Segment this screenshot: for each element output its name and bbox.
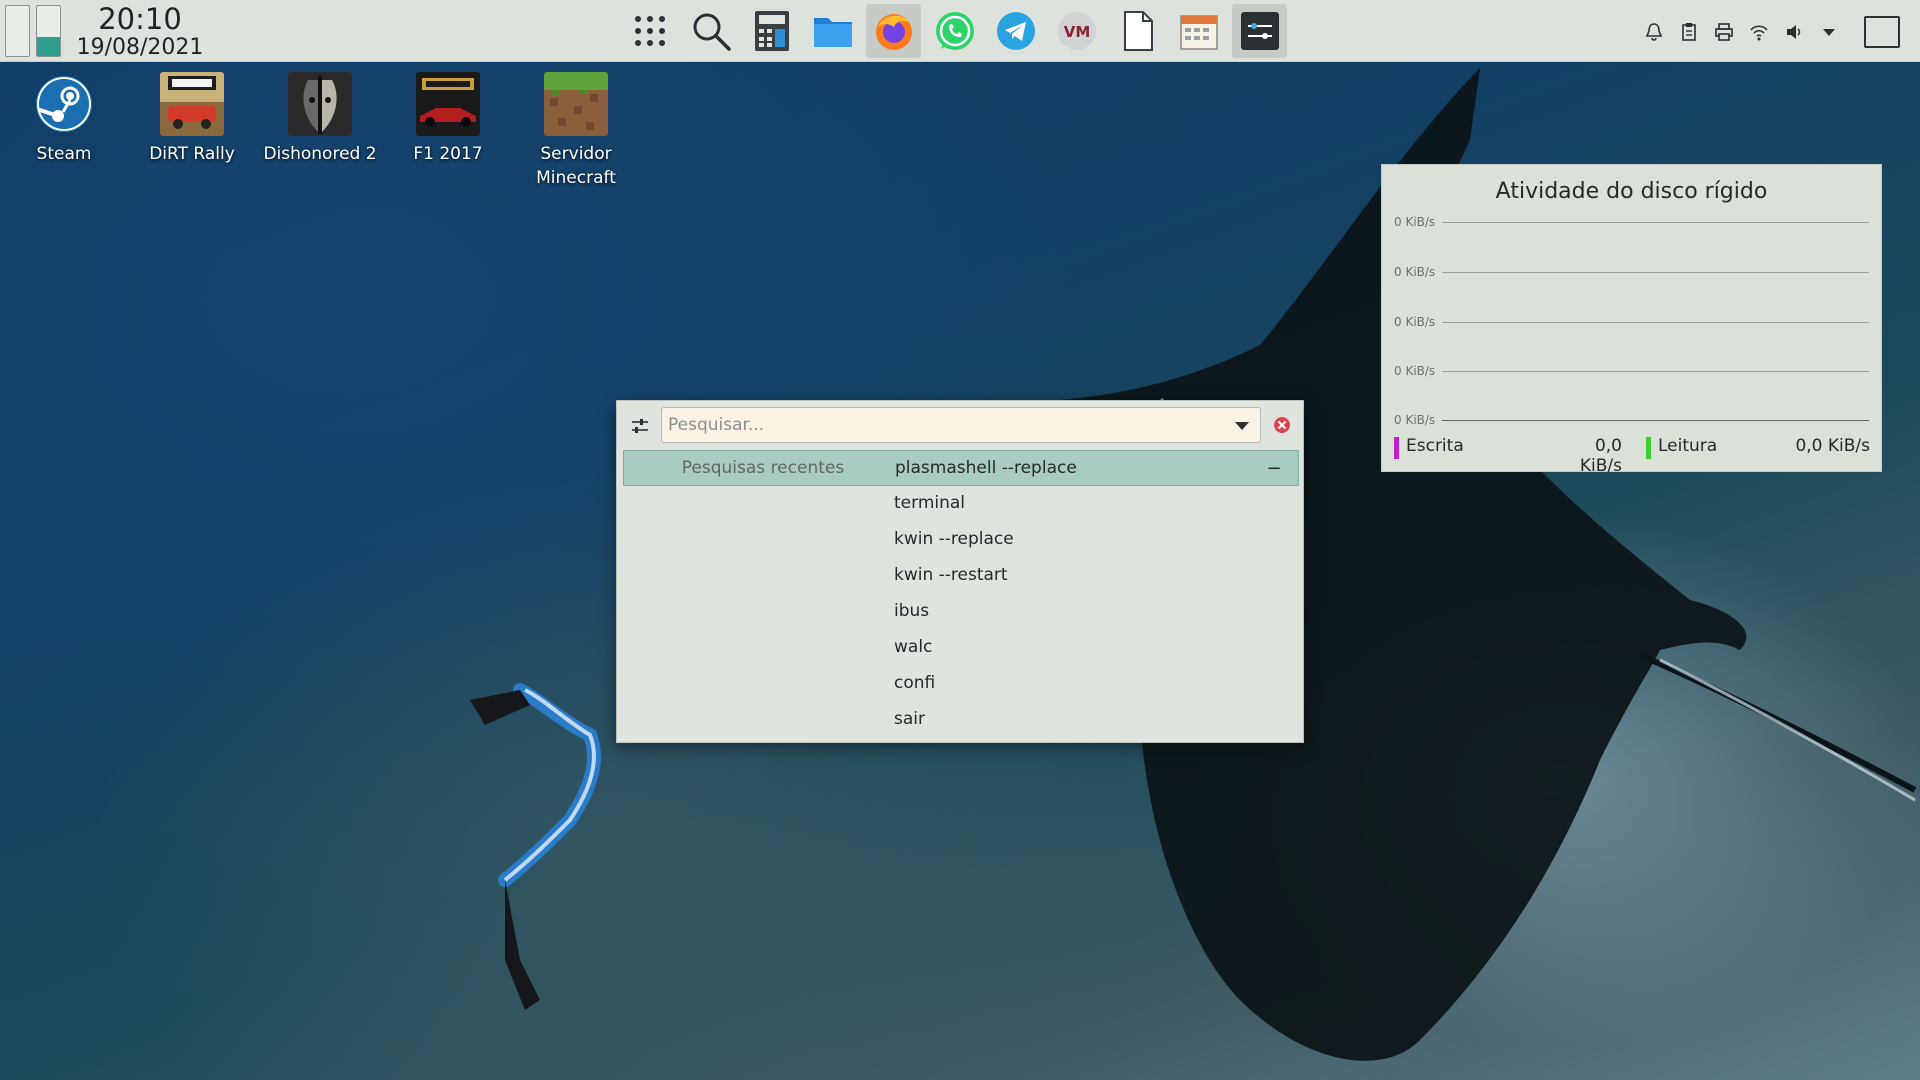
write-label: Escrita — [1406, 436, 1464, 456]
search-icon — [693, 13, 731, 51]
gridline — [1442, 272, 1869, 273]
app-launcher-button[interactable] — [622, 4, 677, 58]
file-manager-button[interactable] — [805, 4, 860, 58]
notifications-icon[interactable] — [1644, 22, 1664, 42]
calculator-icon — [754, 11, 789, 51]
system-settings-icon — [1240, 12, 1279, 50]
expand-tray-icon[interactable] — [1819, 22, 1839, 42]
blank-document-icon — [1123, 11, 1153, 51]
close-icon[interactable] — [1273, 416, 1291, 434]
chevron-down-icon[interactable] — [1232, 417, 1252, 435]
file-manager-icon — [813, 18, 852, 47]
results-list: Pesquisas recentes plasmashell --replace… — [623, 450, 1299, 738]
dirt-rally-icon — [160, 72, 224, 136]
system-settings-button[interactable] — [1232, 4, 1287, 58]
digital-clock[interactable]: 20:10 19/08/2021 — [75, 2, 205, 60]
virtual-desktop-2[interactable] — [36, 5, 61, 57]
disk-activity-widget: Atividade do disco rígido 0 KiB/s 0 KiB/… — [1381, 164, 1882, 476]
desktop-icon-label: Servidor Minecraft — [536, 144, 616, 188]
list-item[interactable]: Pesquisas recentes plasmashell --replace… — [623, 450, 1299, 486]
calculator-button[interactable] — [744, 4, 799, 58]
dishonored-2-icon — [288, 72, 352, 136]
widget-title: Atividade do disco rígido — [1495, 179, 1768, 204]
virtual-desktop-pager — [5, 5, 61, 57]
result-text: plasmashell --replace — [895, 458, 1077, 478]
widget-legend: Escrita 0,0 KiB/s Leitura 0,0 KiB/s — [1394, 435, 1870, 476]
desktop-icon-label: Steam — [36, 144, 92, 164]
desktop-icon-servidor-minecraft[interactable]: Servidor Minecraft — [512, 72, 640, 190]
desktop-icon-label: DiRT Rally — [149, 144, 235, 164]
list-item[interactable]: sair — [623, 702, 1299, 738]
gridline — [1442, 371, 1869, 372]
baseline — [1442, 420, 1869, 421]
blank-document-button[interactable] — [1110, 4, 1165, 58]
list-item[interactable]: kwin --replace — [623, 522, 1299, 558]
calendar-notes-button[interactable] — [1171, 4, 1226, 58]
svg-text:VM: VM — [1063, 23, 1090, 41]
whatsapp-button[interactable] — [927, 4, 982, 58]
search-field — [661, 407, 1261, 443]
f1-2017-icon — [416, 72, 480, 136]
list-item[interactable]: walc — [623, 630, 1299, 666]
list-item[interactable]: ibus — [623, 594, 1299, 630]
top-panel: 20:10 19/08/2021 VM — [0, 0, 1920, 62]
system-tray — [1644, 16, 1900, 48]
result-text: terminal — [894, 493, 966, 513]
write-value: 0,0 KiB/s — [1579, 436, 1622, 476]
calendar-notes-icon — [1179, 15, 1218, 50]
clock-date: 19/08/2021 — [76, 35, 204, 60]
gridline — [1442, 322, 1869, 323]
list-item[interactable]: terminal — [623, 486, 1299, 522]
krunner-window: Pesquisas recentes plasmashell --replace… — [616, 400, 1304, 743]
desktop-icon-steam[interactable]: Steam — [0, 72, 128, 166]
printer-icon[interactable] — [1714, 22, 1734, 42]
result-text: sair — [894, 709, 925, 729]
desktop-icon-label: F1 2017 — [413, 144, 483, 164]
remove-entry-button[interactable]: − — [1264, 458, 1284, 479]
search-input[interactable] — [662, 408, 1222, 442]
virtual-desktop-1[interactable] — [5, 5, 30, 57]
volume-icon[interactable] — [1784, 22, 1804, 42]
vm-app-button[interactable]: VM — [1049, 4, 1104, 58]
gridline — [1442, 222, 1869, 223]
wifi-icon[interactable] — [1749, 22, 1769, 42]
telegram-icon — [996, 12, 1035, 50]
clock-time: 20:10 — [98, 2, 182, 36]
result-text: ibus — [894, 601, 930, 621]
desktop-icon-label: Dishonored 2 — [263, 144, 377, 164]
result-text: kwin --restart — [894, 565, 1008, 585]
whatsapp-icon — [935, 12, 974, 50]
show-desktop-button[interactable] — [1864, 16, 1900, 48]
minecraft-grass-block-icon — [544, 72, 608, 136]
desktop-icon-dirt-rally[interactable]: DiRT Rally — [128, 72, 256, 166]
result-text: walc — [894, 637, 933, 657]
read-label: Leitura — [1658, 436, 1718, 456]
telegram-button[interactable] — [988, 4, 1043, 58]
firefox-icon — [875, 14, 912, 50]
result-text: confi — [894, 673, 936, 693]
vm-app-icon: VM — [1057, 12, 1096, 50]
write-swatch — [1394, 437, 1399, 459]
read-swatch — [1646, 437, 1651, 459]
desktop-icon-dishonored-2[interactable]: Dishonored 2 — [256, 72, 384, 166]
steam-icon — [32, 72, 96, 136]
firefox-button[interactable] — [866, 4, 921, 58]
list-item[interactable]: kwin --restart — [623, 558, 1299, 594]
list-item[interactable]: confi — [623, 666, 1299, 702]
desktop-icon-f1-2017[interactable]: F1 2017 — [384, 72, 512, 166]
app-launcher-icon — [634, 16, 665, 46]
read-value: 0,0 KiB/s — [1795, 436, 1870, 456]
result-text: kwin --replace — [894, 529, 1014, 549]
category-label: Pesquisas recentes — [681, 458, 845, 478]
search-button[interactable] — [683, 4, 738, 58]
task-manager: VM — [622, 4, 1287, 58]
configure-icon[interactable] — [629, 415, 651, 437]
clipboard-icon[interactable] — [1679, 22, 1699, 42]
